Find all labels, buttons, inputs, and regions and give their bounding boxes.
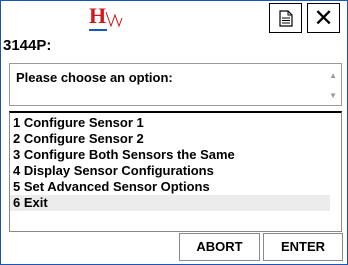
close-button[interactable]: ✕ — [307, 3, 340, 33]
close-icon: ✕ — [313, 4, 334, 32]
logo-underline — [89, 29, 107, 31]
option-item[interactable]: 2 Configure Sensor 2 — [10, 131, 330, 147]
option-item[interactable]: 3 Configure Both Sensors the Same — [10, 147, 330, 163]
option-item[interactable]: 5 Set Advanced Sensor Options — [10, 179, 330, 195]
scroll-up-arrow[interactable]: ▲ — [329, 71, 337, 80]
option-item[interactable]: 4 Display Sensor Configurations — [10, 163, 330, 179]
options-list: 1 Configure Sensor 1 2 Configure Sensor … — [9, 111, 342, 232]
prompt-box: Please choose an option: ▲ ▼ — [9, 63, 342, 106]
abort-button[interactable]: ABORT — [179, 233, 260, 261]
device-title: 3144P: — [3, 37, 52, 54]
waveform-icon — [105, 11, 123, 28]
option-item-selected[interactable]: 6 Exit — [10, 195, 330, 211]
scroll-down-arrow[interactable]: ▼ — [329, 91, 337, 100]
brand-logo: H — [89, 3, 123, 31]
document-icon — [279, 10, 293, 27]
enter-button[interactable]: ENTER — [263, 233, 343, 261]
app-window: H ✕ 3144P: Please choose an option: ▲ ▼ … — [0, 0, 348, 265]
prompt-text: Please choose an option: — [16, 70, 173, 85]
document-button[interactable] — [269, 3, 302, 33]
logo-letter: H — [89, 3, 107, 28]
option-item[interactable]: 1 Configure Sensor 1 — [10, 115, 330, 131]
